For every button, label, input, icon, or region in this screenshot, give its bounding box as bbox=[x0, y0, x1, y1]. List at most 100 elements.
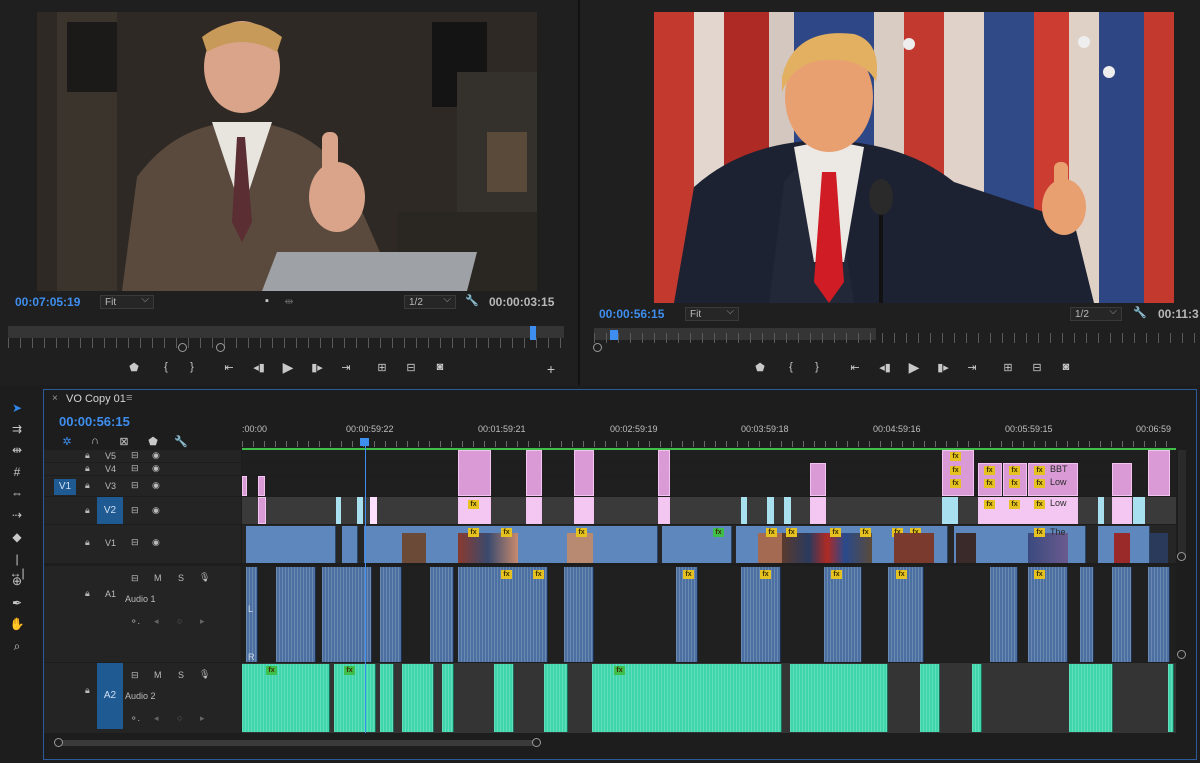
sync-icon[interactable]: ⊟ bbox=[131, 463, 139, 474]
video-clip-v1[interactable] bbox=[246, 526, 336, 563]
graphic-clip[interactable] bbox=[1148, 450, 1170, 496]
mark-in-icon[interactable]: { bbox=[783, 361, 799, 373]
video-clip-v2[interactable] bbox=[942, 497, 958, 524]
vertical-scroll-v[interactable] bbox=[1178, 450, 1186, 560]
audio-clip-a2[interactable] bbox=[442, 664, 454, 732]
microphone-icon[interactable]: 🎙︎ bbox=[199, 669, 210, 680]
mark-out-icon[interactable]: } bbox=[184, 361, 200, 373]
microphone-icon[interactable]: 🎙︎ bbox=[199, 572, 210, 583]
sync-icon[interactable]: ⊟ bbox=[131, 537, 139, 548]
program-playhead[interactable] bbox=[610, 330, 618, 340]
audio-clip-a1[interactable] bbox=[888, 567, 924, 662]
extract-icon[interactable]: ⊟ bbox=[1029, 361, 1045, 374]
lock-icon[interactable]: 🔒︎ bbox=[85, 537, 90, 548]
pen-icon[interactable]: ✒ bbox=[8, 596, 26, 612]
audio-clip-a1[interactable] bbox=[564, 567, 594, 662]
keyframe-prev-icon[interactable]: ◂ bbox=[154, 713, 159, 724]
add-button-icon[interactable]: + bbox=[543, 361, 559, 377]
source-zoom-start-handle[interactable] bbox=[178, 343, 187, 352]
source-video-frame[interactable] bbox=[37, 12, 537, 291]
scroll-left-handle[interactable] bbox=[54, 738, 63, 747]
track-select-icon[interactable]: ⇉ bbox=[8, 422, 26, 438]
step-back-icon[interactable]: ◂▮ bbox=[877, 361, 893, 374]
keyframe-add-icon[interactable]: ○ bbox=[177, 713, 182, 723]
audio-clip-a1[interactable] bbox=[246, 567, 258, 662]
source-patch-v1[interactable]: V1 bbox=[54, 479, 76, 495]
close-icon[interactable]: × bbox=[52, 393, 58, 404]
slip-icon[interactable]: ⇢ bbox=[8, 508, 26, 524]
sync-icon[interactable]: ⊟ bbox=[131, 450, 139, 461]
track-lane-v5[interactable] bbox=[242, 450, 1176, 462]
sync-icon[interactable]: ⊟ bbox=[131, 505, 139, 516]
video-clip-v2[interactable] bbox=[1098, 497, 1104, 524]
lock-icon[interactable]: 🔒︎ bbox=[85, 588, 90, 599]
step-forward-icon[interactable]: ▮▸ bbox=[309, 361, 325, 374]
step-back-icon[interactable]: ◂▮ bbox=[251, 361, 267, 374]
graphic-clip-v2[interactable] bbox=[526, 497, 542, 524]
graphic-clip-v2[interactable] bbox=[258, 497, 266, 524]
eye-icon[interactable]: ◉ bbox=[152, 537, 160, 548]
program-video-frame[interactable] bbox=[654, 12, 1174, 303]
graphic-clip[interactable] bbox=[242, 476, 247, 496]
video-clip-v2[interactable] bbox=[1133, 497, 1145, 524]
audio-clip-a1[interactable] bbox=[741, 567, 781, 662]
time-ruler[interactable]: :00:00 00:00:59:22 00:01:59:21 00:02:59:… bbox=[242, 413, 1176, 449]
selection-tool-icon[interactable]: ➤ bbox=[8, 401, 26, 417]
go-to-in-icon[interactable]: ⇤ bbox=[847, 361, 863, 374]
sync-icon[interactable]: ⊟ bbox=[131, 480, 139, 491]
timeline-playhead-line[interactable] bbox=[365, 445, 366, 733]
ripple-edit-icon[interactable]: ⇹ bbox=[8, 443, 26, 459]
scroll-right-handle[interactable] bbox=[532, 738, 541, 747]
audio-clip-a1[interactable] bbox=[1112, 567, 1132, 662]
go-to-in-icon[interactable]: ⇤ bbox=[221, 361, 237, 374]
graphic-clip[interactable] bbox=[458, 450, 491, 496]
program-resolution-dropdown[interactable]: 1/2 bbox=[1070, 305, 1122, 321]
rate-icon[interactable]: ⊕ bbox=[8, 574, 26, 590]
marker-icon[interactable]: ⬟ bbox=[126, 361, 142, 374]
graphic-clip[interactable] bbox=[810, 463, 826, 496]
audio-clip-a2[interactable] bbox=[790, 664, 888, 732]
audio-clip-a2[interactable] bbox=[380, 664, 394, 732]
camera-icon[interactable]: ◙ bbox=[432, 361, 448, 373]
vertical-scroll-handle[interactable] bbox=[1177, 650, 1186, 659]
lock-icon[interactable]: 🔒︎ bbox=[85, 505, 90, 516]
razor-icon[interactable]: ◆ bbox=[8, 530, 26, 546]
eye-icon[interactable]: ◉ bbox=[152, 505, 160, 516]
audio-clip-a1[interactable] bbox=[990, 567, 1018, 662]
timeline-timecode[interactable]: 00:00:56:15 bbox=[59, 414, 130, 429]
zoom-icon[interactable]: ⌕ bbox=[8, 639, 26, 655]
video-clip-v2[interactable] bbox=[741, 497, 747, 524]
audio-clip-a2[interactable] bbox=[402, 664, 434, 732]
camera-icon[interactable]: ◙ bbox=[1058, 361, 1074, 373]
track-target-v2[interactable]: V2 bbox=[97, 497, 123, 524]
keyframe-add-icon[interactable]: ○ bbox=[177, 616, 182, 626]
horizontal-scrollbar[interactable] bbox=[56, 740, 536, 746]
volume-knob-icon[interactable]: ⚬. bbox=[130, 713, 140, 724]
mark-out-icon[interactable]: } bbox=[809, 361, 825, 373]
video-clip-v1[interactable] bbox=[342, 526, 358, 563]
program-zoom-start-handle[interactable] bbox=[593, 343, 602, 352]
audio-clip-a2[interactable] bbox=[1069, 664, 1113, 732]
audio-clip-a1[interactable] bbox=[1028, 567, 1068, 662]
graphic-clip[interactable] bbox=[658, 450, 670, 496]
keyframe-prev-icon[interactable]: ◂ bbox=[154, 616, 159, 627]
source-fit-dropdown[interactable]: Fit bbox=[100, 293, 154, 309]
video-clip-v2[interactable] bbox=[784, 497, 791, 524]
overwrite-icon[interactable]: ⊟ bbox=[403, 361, 419, 374]
sequence-tab[interactable]: × VO Copy 01 ≡ bbox=[44, 390, 244, 408]
step-forward-icon[interactable]: ▮▸ bbox=[935, 361, 951, 374]
video-clip-v2[interactable] bbox=[336, 497, 341, 524]
sync-icon[interactable]: ⊟ bbox=[131, 670, 139, 681]
solo-button[interactable]: S bbox=[178, 670, 184, 680]
lock-icon[interactable]: 🔒︎ bbox=[85, 463, 90, 474]
audio-clip-a1[interactable] bbox=[1080, 567, 1094, 662]
audio-clip-a1[interactable] bbox=[380, 567, 402, 662]
eye-icon[interactable]: ◉ bbox=[152, 480, 160, 491]
eye-icon[interactable]: ◉ bbox=[152, 463, 160, 474]
mute-button[interactable]: M bbox=[154, 670, 162, 680]
snap-icon[interactable]: ∩ bbox=[87, 435, 103, 447]
keyframe-next-icon[interactable]: ▸ bbox=[200, 713, 205, 724]
lock-icon[interactable]: 🔒︎ bbox=[85, 450, 90, 461]
wrench-icon[interactable]: 🔧 bbox=[173, 435, 189, 448]
rolling-edit-icon[interactable]: # bbox=[8, 465, 26, 481]
